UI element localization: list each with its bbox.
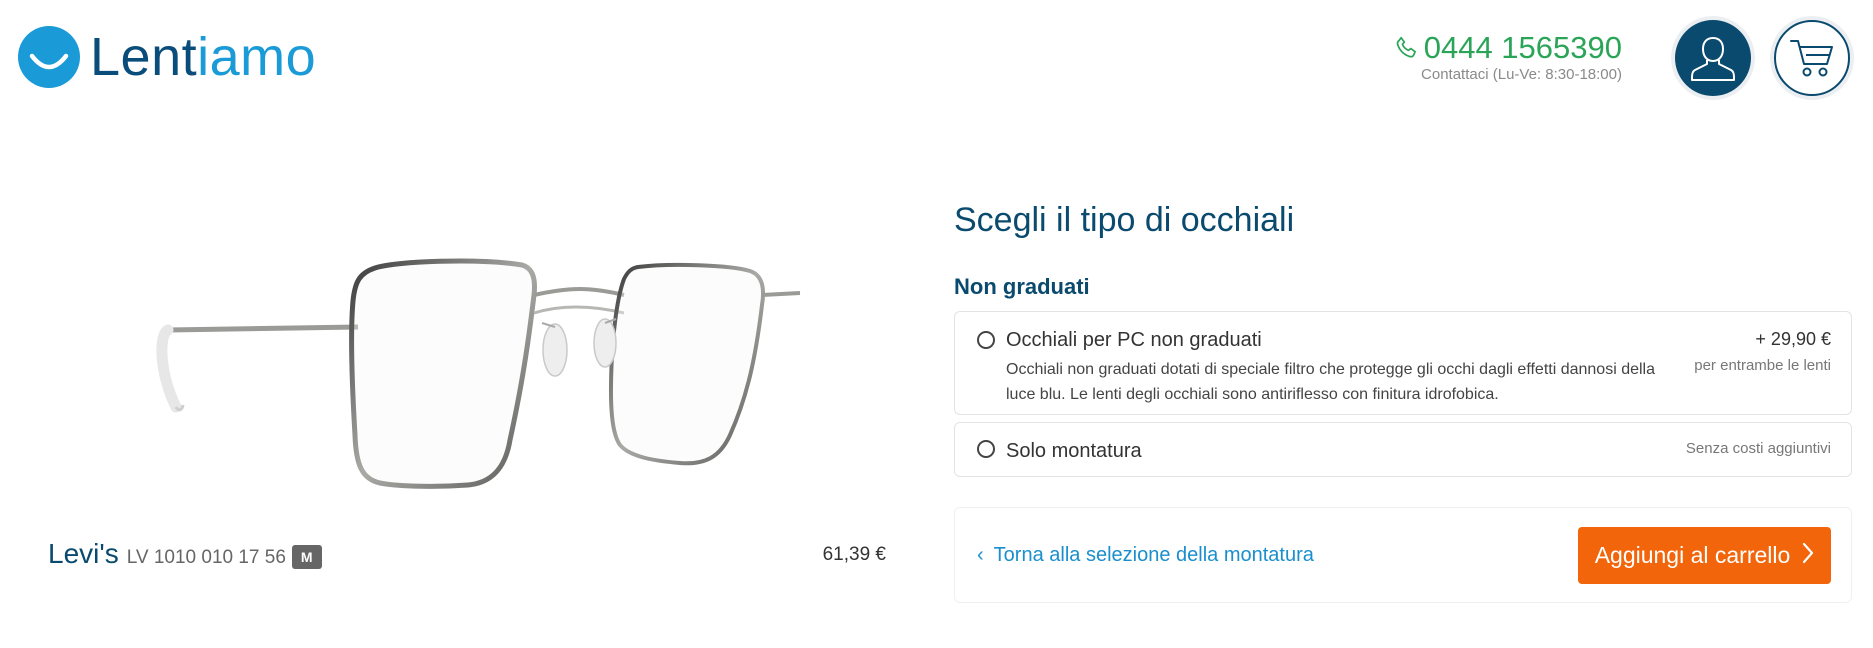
back-to-frame-link[interactable]: ‹ Torna alla selezione della montatura [977, 544, 1314, 567]
option-description: Occhiali non graduati dotati di speciale… [1006, 361, 1655, 403]
option-price-note: per entrambe le lenti [1694, 357, 1831, 374]
option-frame-only[interactable]: Solo montatura Senza costi aggiuntivi [954, 422, 1852, 477]
product-info: Levi's LV 1010 010 17 56 M [48, 538, 322, 570]
smile-logo-icon [18, 26, 80, 88]
logo-wordmark: Lentiamo [90, 27, 317, 87]
contact-block: 0444 1565390 Contattaci (Lu-Ve: 8:30-18:… [1394, 32, 1622, 83]
chevron-right-icon [1802, 542, 1814, 570]
product-price: 61,39 € [822, 544, 886, 565]
size-badge: M [291, 545, 322, 569]
product-model: LV 1010 010 17 56 [126, 547, 286, 568]
lentiamo-logo[interactable]: Lentiamo [18, 26, 316, 88]
option-title: Occhiali per PC non graduati [1006, 329, 1262, 351]
phone-icon [1396, 36, 1416, 58]
product-brand: Levi's [48, 538, 119, 569]
option-radio[interactable] [977, 331, 995, 349]
back-link-label: Torna alla selezione della montatura [993, 544, 1314, 566]
option-title: Solo montatura [1006, 440, 1142, 462]
account-button[interactable] [1675, 20, 1751, 96]
option-price-note: Senza costi aggiuntivi [1685, 440, 1831, 457]
chevron-left-icon: ‹ [977, 544, 984, 566]
product-image [150, 235, 840, 505]
user-icon [1691, 36, 1735, 81]
add-to-cart-button[interactable]: Aggiungi al carrello [1578, 527, 1831, 584]
add-to-cart-label: Aggiungi al carrello [1594, 542, 1791, 568]
option-price: + 29,90 € [1755, 329, 1831, 349]
action-bar: ‹ Torna alla selezione della montatura A… [954, 507, 1852, 603]
contact-hours: Contattaci (Lu-Ve: 8:30-18:00) [1421, 66, 1622, 83]
option-radio[interactable] [977, 440, 995, 458]
phone-link[interactable]: 0444 1565390 [1394, 32, 1622, 63]
section-title: Scegli il tipo di occhiali [954, 201, 1295, 239]
option-pc-glasses[interactable]: Occhiali per PC non graduati Occhiali no… [954, 311, 1852, 415]
shopping-cart-icon [1790, 40, 1833, 77]
phone-number: 0444 1565390 [1423, 30, 1622, 65]
group-title: Non graduati [954, 274, 1090, 299]
cart-button[interactable] [1774, 20, 1850, 96]
